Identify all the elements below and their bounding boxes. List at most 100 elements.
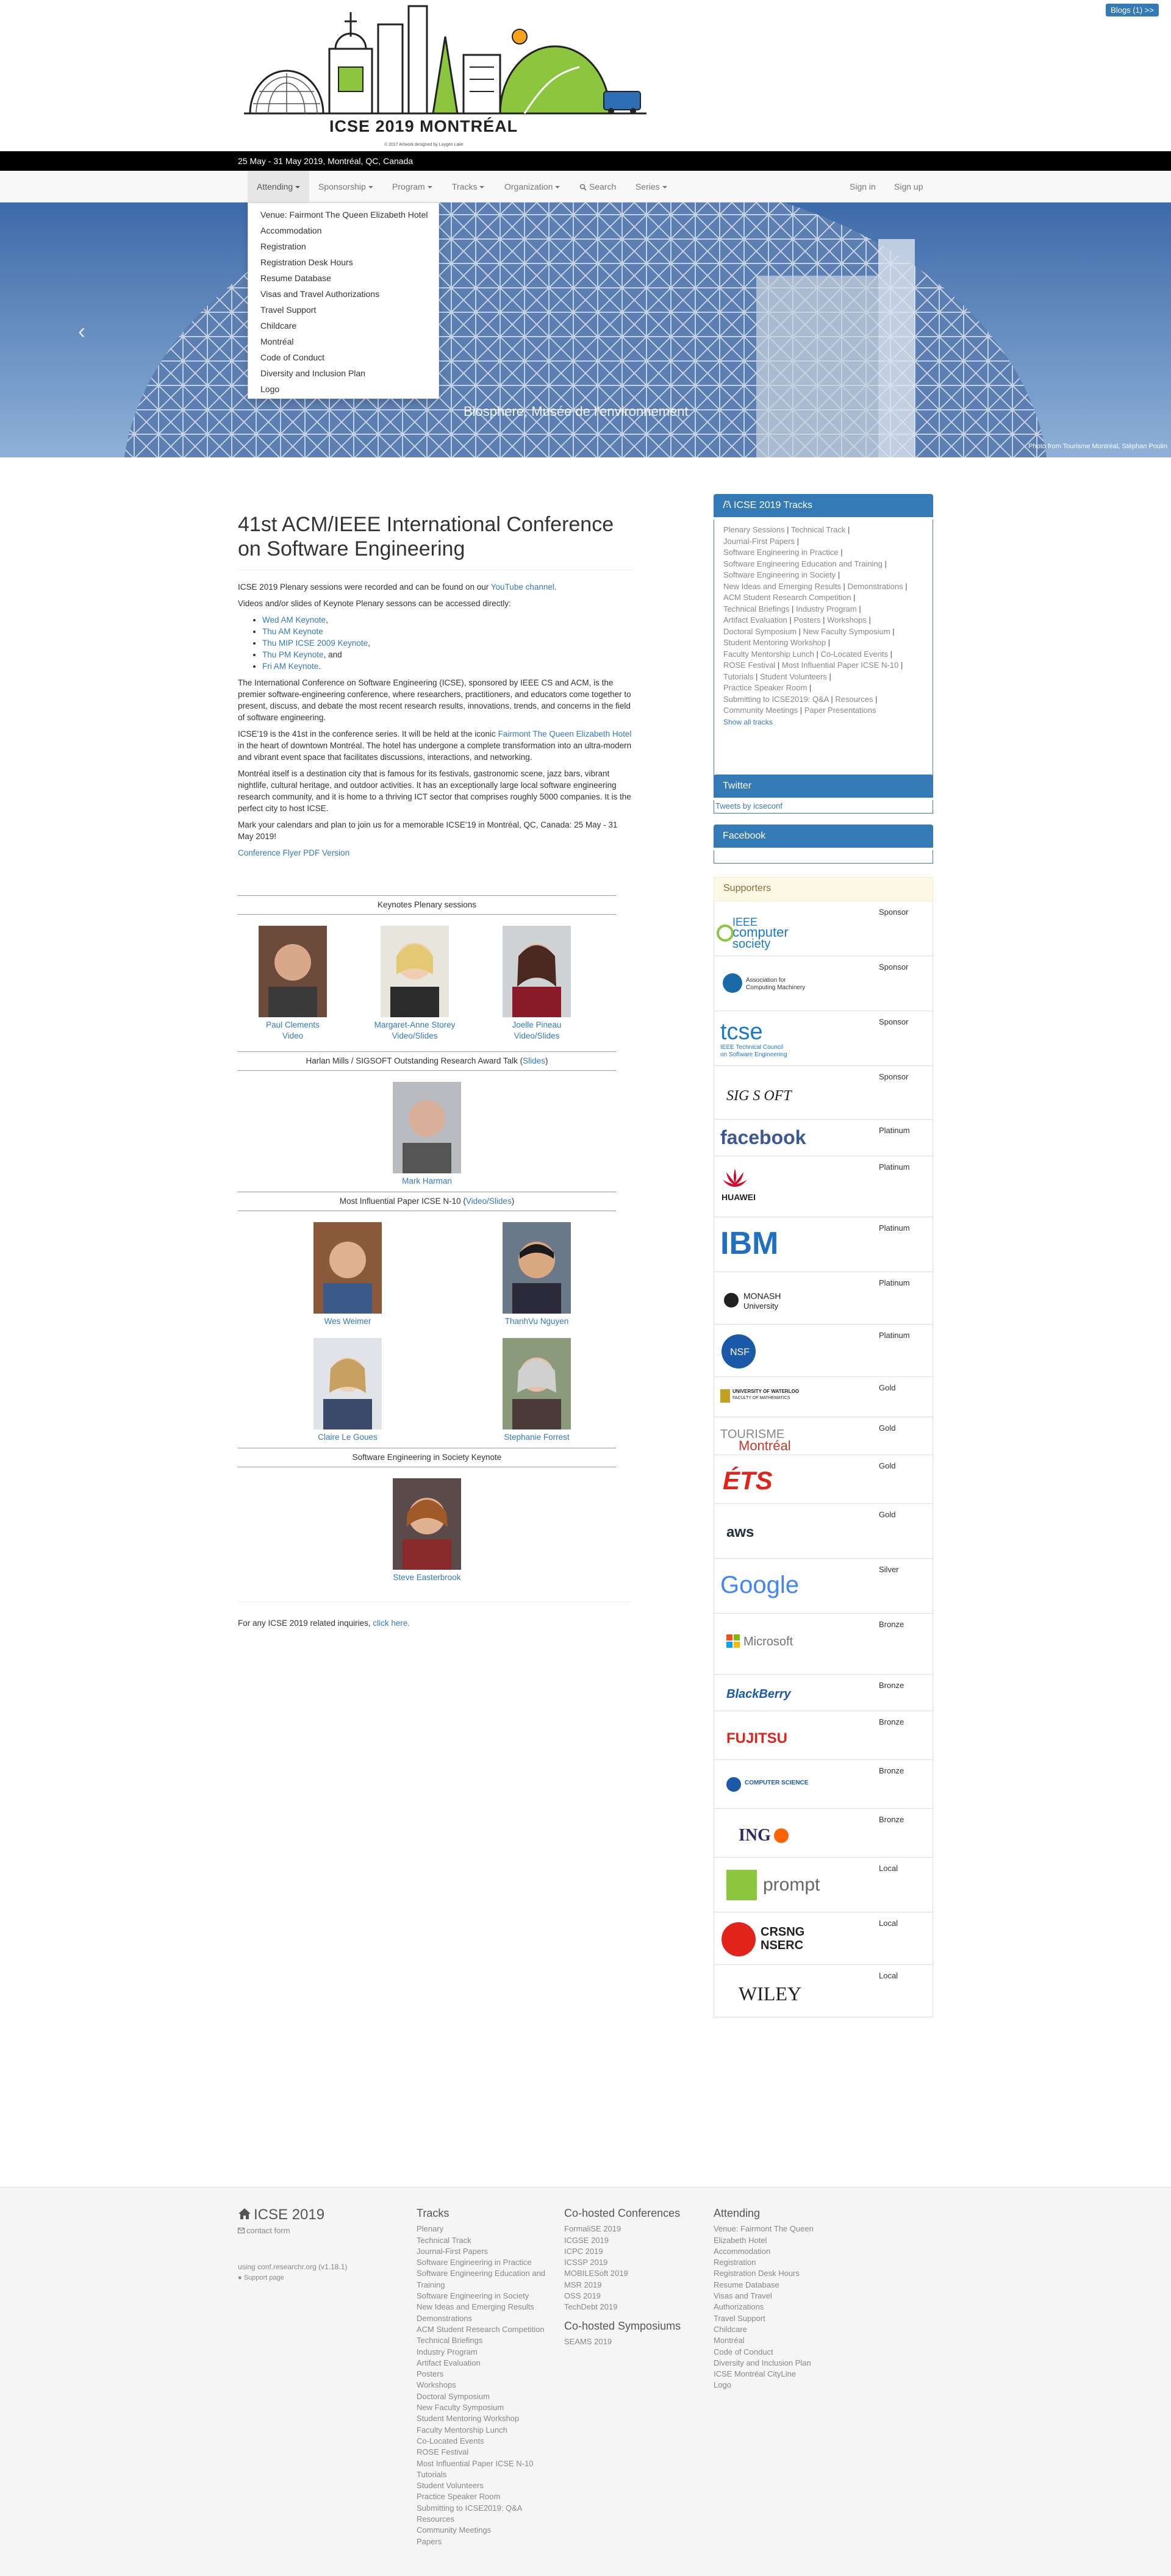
track-link[interactable]: Paper Presentations [804, 706, 876, 715]
supporter-row[interactable]: WILEY Local [714, 1965, 933, 2017]
flyer-link[interactable]: Conference Flyer PDF Version [238, 848, 349, 857]
person-name-link[interactable]: ThanhVu Nguyen [505, 1317, 569, 1326]
carousel-prev-icon[interactable]: ‹ [78, 318, 85, 344]
nav-program[interactable]: Program [392, 171, 432, 202]
nav-tracks[interactable]: Tracks [452, 171, 485, 202]
dropdown-item[interactable]: Venue: Fairmont The Queen Elizabeth Hote… [248, 207, 439, 223]
track-link[interactable]: Technical Briefings [723, 604, 789, 614]
dropdown-item[interactable]: Montréal [248, 334, 439, 349]
supporter-row[interactable]: IBM Platinum [714, 1217, 933, 1272]
supporter-row[interactable]: MONASH University Platinum [714, 1272, 933, 1325]
supporter-row[interactable]: ING Bronze [714, 1809, 933, 1858]
video-slides-link[interactable]: Video/Slides [514, 1031, 560, 1040]
footer-link[interactable]: Travel Support [714, 2313, 854, 2324]
keynote-link[interactable]: Thu AM Keynote [262, 627, 323, 636]
footer-link[interactable]: FormaliSE 2019 [564, 2224, 704, 2234]
footer-link[interactable]: ACM Student Research Competition [417, 2324, 557, 2335]
track-link[interactable]: Resources [835, 695, 873, 704]
conference-logo[interactable]: ICSE 2019 MONTRÉAL © 2017 Artwork design… [238, 0, 653, 151]
youtube-link[interactable]: YouTube channel [491, 582, 554, 592]
supporter-row[interactable]: COMPUTER SCIENCE Bronze [714, 1760, 933, 1809]
track-link[interactable]: ROSE Festival [723, 660, 775, 670]
footer-link[interactable]: New Faculty Symposium [417, 2402, 557, 2413]
footer-brand[interactable]: ICSE 2019 [238, 2208, 403, 2222]
footer-link[interactable]: Elizabeth Hotel [714, 2235, 854, 2246]
supporter-row[interactable]: facebook Platinum [714, 1120, 933, 1156]
footer-link[interactable]: Authorizations [714, 2302, 854, 2313]
dropdown-item[interactable]: Logo [248, 381, 439, 397]
dropdown-item[interactable]: Diversity and Inclusion Plan [248, 365, 439, 381]
footer-link[interactable]: Most Influential Paper ICSE N-10 [417, 2458, 557, 2469]
sign-up-link[interactable]: Sign up [894, 171, 923, 202]
footer-link[interactable]: ICGSE 2019 [564, 2235, 704, 2246]
person-name-link[interactable]: Paul Clements [266, 1020, 320, 1029]
footer-link[interactable]: Doctoral Symposium [417, 2391, 557, 2402]
dropdown-item[interactable]: Code of Conduct [248, 349, 439, 365]
footer-link[interactable]: Student Volunteers [417, 2480, 557, 2491]
footer-link[interactable]: Registration [714, 2257, 854, 2268]
dropdown-item[interactable]: Accommodation [248, 223, 439, 238]
track-link[interactable]: ACM Student Research Competition [723, 593, 851, 602]
person-name-link[interactable]: Mark Harman [402, 1176, 452, 1186]
dropdown-item[interactable]: Resume Database [248, 270, 439, 286]
track-link[interactable]: Most Influential Paper ICSE N-10 [782, 660, 898, 670]
footer-link[interactable]: MSR 2019 [564, 2280, 704, 2291]
keynote-link[interactable]: Fri AM Keynote [262, 662, 318, 671]
supporter-row[interactable]: tcse IEEE Technical Council on Software En… [714, 1011, 933, 1066]
footer-link[interactable]: Software Engineering in Practice [417, 2257, 557, 2268]
track-link[interactable]: Co-Located Events [820, 649, 888, 659]
track-link[interactable]: Software Engineering in Practice [723, 548, 839, 557]
track-link[interactable]: Posters [793, 615, 820, 624]
supporter-row[interactable]: IEEE computer society Sponsor [714, 901, 933, 956]
footer-link[interactable]: TechDebt 2019 [564, 2302, 704, 2313]
track-link[interactable]: Journal-First Papers [723, 537, 795, 546]
contact-form-link[interactable]: contact form [238, 2225, 403, 2236]
footer-link[interactable]: Montréal [714, 2335, 854, 2346]
footer-link[interactable]: Resources [417, 2514, 557, 2525]
nav-sponsorship[interactable]: Sponsorship [318, 171, 373, 202]
footer-link[interactable]: Visas and Travel [714, 2291, 854, 2302]
nav-attending[interactable]: Attending [248, 171, 310, 202]
track-link[interactable]: Tutorials [723, 672, 753, 681]
footer-link[interactable]: ICSE Montréal CityLine [714, 2369, 854, 2380]
footer-link[interactable]: Technical Briefings [417, 2335, 557, 2346]
footer-link[interactable]: Papers [417, 2536, 557, 2547]
track-link[interactable]: Community Meetings [723, 706, 798, 715]
dropdown-item[interactable]: Travel Support [248, 302, 439, 318]
video-link[interactable]: Video [282, 1031, 303, 1040]
supporter-row[interactable]: Google Silver [714, 1559, 933, 1614]
person-name-link[interactable]: Claire Le Goues [318, 1433, 378, 1442]
supporter-row[interactable]: Microsoft Bronze [714, 1614, 933, 1675]
person-name-link[interactable]: Stephanie Forrest [504, 1433, 569, 1442]
footer-link[interactable]: Submitting to ICSE2019: Q&A [417, 2503, 557, 2514]
person-name-link[interactable]: Wes Weimer [324, 1317, 371, 1326]
footer-link[interactable]: Childcare [714, 2324, 854, 2335]
sign-in-link[interactable]: Sign in [850, 171, 876, 202]
supporter-row[interactable]: ÉTS Gold [714, 1455, 933, 1504]
footer-link[interactable]: MOBILESoft 2019 [564, 2268, 704, 2279]
supporter-row[interactable]: TOURISME Montréal Gold [714, 1417, 933, 1455]
supporter-row[interactable]: Association for Computing Machinery Sponso… [714, 956, 933, 1011]
track-link[interactable]: Submitting to ICSE2019: Q&A [723, 695, 829, 704]
twitter-feed-link[interactable]: Tweets by icseconf [715, 801, 782, 810]
footer-link[interactable]: ROSE Festival [417, 2447, 557, 2458]
person-name-link[interactable]: Margaret-Anne Storey [374, 1020, 456, 1029]
footer-link[interactable]: Training [417, 2280, 557, 2291]
track-link[interactable]: Workshops [827, 615, 867, 624]
venue-link[interactable]: Fairmont The Queen Elizabeth Hotel [498, 729, 632, 739]
keynote-link[interactable]: Wed AM Keynote [262, 615, 326, 624]
track-link[interactable]: Plenary Sessions [723, 525, 784, 534]
footer-link[interactable]: Code of Conduct [714, 2347, 854, 2358]
footer-link[interactable]: Demonstrations [417, 2313, 557, 2324]
footer-link[interactable]: Community Meetings [417, 2525, 557, 2536]
slides-link[interactable]: Slides [523, 1056, 545, 1065]
supporter-row[interactable]: UNIVERSITY OF WATERLOO FACULTY OF MATHEMA… [714, 1377, 933, 1417]
supporter-row[interactable]: SIG S OFT Sponsor [714, 1066, 933, 1120]
footer-link[interactable]: Faculty Mentorship Lunch [417, 2425, 557, 2436]
dropdown-item[interactable]: Registration [248, 238, 439, 254]
track-link[interactable]: Doctoral Symposium [723, 627, 797, 636]
supporter-row[interactable]: CRSNG NSERC Local [714, 1912, 933, 1965]
footer-link[interactable]: ICPC 2019 [564, 2246, 704, 2257]
footer-link[interactable]: Tutorials [417, 2469, 557, 2480]
footer-link[interactable]: Workshops [417, 2380, 557, 2391]
